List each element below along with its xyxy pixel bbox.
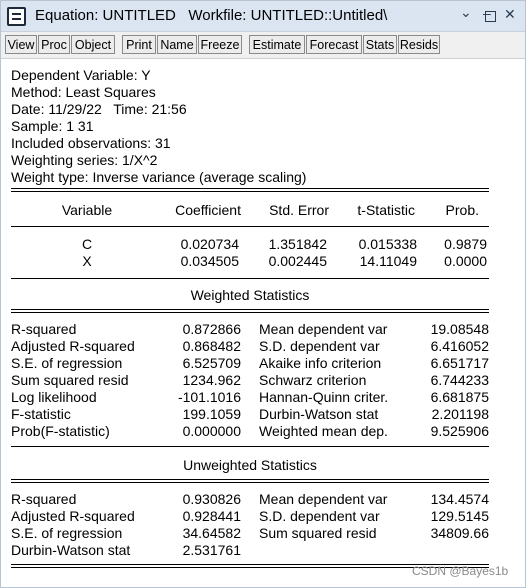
stat-label: Adjusted R-squared [11,508,135,524]
stat-label: F-statistic [11,406,71,422]
forecast-button[interactable]: Forecast [306,35,362,54]
divider [11,482,489,483]
stat-label: Sum squared resid [11,372,129,388]
title-bar[interactable]: Equation: UNTITLED Workfile: UNTITLED::U… [1,1,525,32]
divider [11,312,489,313]
stat-label: Weighted mean dep. [259,423,388,439]
stat-value: 34.64582 [182,525,241,541]
divider [11,188,489,189]
stat-label: S.E. of regression [11,525,123,541]
weighted-statistics-title: Weighted Statistics [190,287,310,303]
divider [11,278,489,279]
name-button[interactable]: Name [157,35,197,54]
stats-button[interactable]: Stats [363,35,397,54]
stat-value: 6.744233 [430,372,489,388]
close-icon[interactable]: ✕ [504,6,516,23]
stat-label: Log likelihood [11,389,97,405]
stat-label: S.D. dependent var [259,338,380,354]
stat-value: -101.1016 [177,389,241,405]
stat-value: 6.525709 [182,355,241,371]
stat-label: Hannan-Quinn criter. [259,389,389,405]
coef-coefficient: 0.034505 [180,253,239,269]
coef-variable: X [82,253,92,269]
stat-value: 6.416052 [430,338,489,354]
column-header-prob: Prob. [445,202,479,218]
window-title: Equation: UNTITLED Workfile: UNTITLED::U… [35,7,388,24]
sample-text: Sample: 1 31 [11,118,94,134]
stat-label: S.E. of regression [11,355,123,371]
stat-label: Durbin-Watson stat [259,406,379,422]
stat-value: 0.000000 [182,423,241,439]
stat-value: 0.928441 [182,508,241,524]
stat-value: 6.651717 [430,355,489,371]
resids-button[interactable]: Resids [398,35,440,54]
dependent-variable-text: Dependent Variable: Y [11,67,151,83]
coef-t-statistic: 14.11049 [359,253,417,269]
included-observations-text: Included observations: 31 [11,135,171,151]
stat-label: Mean dependent var [259,491,388,507]
stat-label: R-squared [11,491,77,507]
coef-variable: C [81,236,93,252]
stat-value: 129.5145 [430,508,489,524]
coef-std-error: 1.351842 [268,236,327,252]
stat-label: Prob(F-statistic) [11,423,110,439]
column-header-variable: Variable [61,202,113,218]
method-text: Method: Least Squares [11,84,156,100]
object-button[interactable]: Object [71,35,115,54]
stat-value: 0.868482 [182,338,241,354]
stat-value: 19.08548 [430,321,489,337]
stat-label: Adjusted R-squared [11,338,135,354]
stat-value: 9.525906 [430,423,489,439]
estimate-button[interactable]: Estimate [249,35,305,54]
window-menu-icon[interactable] [7,7,26,26]
stat-value: 0.930826 [182,491,241,507]
date-text: Date: 11/29/22 Time: 21:56 [11,101,187,117]
stat-label: S.D. dependent var [259,508,380,524]
stat-value: 134.4574 [430,491,489,507]
coef-coefficient: 0.020734 [180,236,239,252]
coef-t-statistic: 0.015338 [358,236,417,252]
column-header-t-statistic: t-Statistic [357,202,415,218]
column-header-coefficient: Coefficient [175,202,241,218]
divider [11,479,489,480]
stat-label: R-squared [11,321,77,337]
stat-value: 2.531761 [182,542,241,558]
divider [11,446,489,447]
column-header-std-error: Std. Error [269,202,329,218]
toolbar: View Proc Object Print Name Freeze Estim… [1,32,525,59]
stat-label: Mean dependent var [259,321,388,337]
stat-value: 2.201198 [431,406,489,422]
stat-label: Schwarz criterion [259,372,367,388]
divider [11,309,489,310]
output-spool[interactable]: Dependent Variable: Y Method: Least Squa… [1,59,525,587]
stat-value: 199.1059 [182,406,241,422]
watermark: CSDN @Bayes1b [412,564,509,578]
stat-value: 0.872866 [182,321,241,337]
divider [11,226,489,227]
unweighted-statistics-title: Unweighted Statistics [183,457,317,473]
freeze-button[interactable]: Freeze [198,35,242,54]
print-button[interactable]: Print [122,35,156,54]
stat-label: Durbin-Watson stat [11,542,131,558]
weight-type-text: Weight type: Inverse variance (average s… [11,169,307,185]
weighting-series-text: Weighting series: 1/X^2 [11,152,158,168]
equation-window: Equation: UNTITLED Workfile: UNTITLED::U… [0,0,526,588]
stat-label: Akaike info criterion [259,355,382,371]
divider [11,191,489,192]
stat-value: 6.681875 [430,389,489,405]
proc-button[interactable]: Proc [38,35,70,54]
stat-value: 34809.66 [430,525,489,541]
coef-std-error: 0.002445 [268,253,327,269]
stat-value: 1234.962 [182,372,241,388]
coef-prob: 0.9879 [444,236,487,252]
chevron-down-icon[interactable]: ⌄ [460,4,472,21]
coef-prob: 0.0000 [444,253,487,269]
stat-label: Sum squared resid [259,525,377,541]
view-button[interactable]: View [5,35,37,54]
maximize-icon[interactable] [485,11,496,22]
